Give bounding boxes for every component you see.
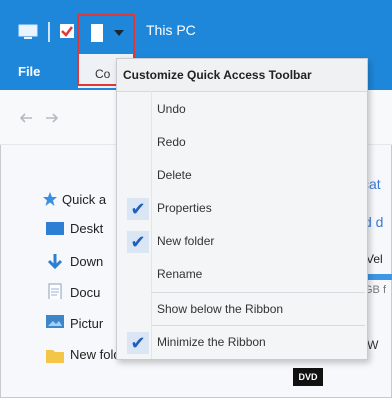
nav-item-quick-access[interactable]: Quick a	[62, 192, 106, 207]
download-icon	[47, 254, 63, 269]
menu-item-rename[interactable]: Rename	[117, 258, 367, 291]
menu-item-show-below-ribbon[interactable]: Show below the Ribbon	[117, 293, 367, 326]
menu-header: Customize Quick Access Toolbar	[117, 59, 367, 92]
menu-item-label: Show below the Ribbon	[157, 302, 284, 316]
document-icon	[48, 283, 62, 299]
menu-item-label: Undo	[157, 102, 186, 116]
menu-item-minimize-ribbon[interactable]: ✔ Minimize the Ribbon	[117, 326, 367, 359]
menu-item-new-folder[interactable]: ✔ New folder	[117, 225, 367, 258]
properties-icon[interactable]	[58, 22, 76, 40]
pictures-icon	[46, 315, 64, 328]
menu-item-redo[interactable]: Redo	[117, 126, 367, 159]
computer-icon[interactable]	[18, 24, 38, 40]
menu-item-label: Properties	[157, 201, 212, 215]
menu-item-delete[interactable]: Delete	[117, 159, 367, 192]
checkmark-icon: ✔	[127, 231, 149, 253]
nav-item-desktop[interactable]: Deskt	[70, 221, 103, 236]
menu-item-label: New folder	[157, 234, 215, 248]
menu-title: Customize Quick Access Toolbar	[123, 68, 312, 82]
back-arrow-icon[interactable]	[18, 112, 34, 124]
nav-item-downloads[interactable]: Down	[70, 254, 103, 269]
nav-item-pictures[interactable]: Pictur	[70, 316, 103, 331]
menu-item-label: Delete	[157, 168, 192, 182]
menu-item-label: Rename	[157, 267, 203, 281]
drive-usage-bar	[364, 274, 392, 280]
nav-item-documents[interactable]: Docu	[70, 285, 100, 300]
menu-item-properties[interactable]: ✔ Properties	[117, 192, 367, 225]
forward-arrow-icon[interactable]	[44, 112, 60, 124]
folder-icon	[46, 350, 64, 363]
menu-item-undo[interactable]: Undo	[117, 93, 367, 126]
separator-icon	[48, 22, 50, 42]
menu-item-label: Minimize the Ribbon	[157, 335, 266, 349]
tab-file[interactable]: File	[18, 64, 40, 79]
checkmark-icon: ✔	[127, 198, 149, 220]
window-title: This PC	[146, 22, 196, 38]
dvd-badge: DVD	[293, 368, 323, 386]
star-icon	[43, 192, 57, 206]
customize-qat-menu: Customize Quick Access Toolbar Undo Redo…	[116, 58, 368, 360]
title-bar: This PC	[0, 0, 392, 54]
menu-item-label: Redo	[157, 135, 186, 149]
checkmark-icon: ✔	[127, 332, 149, 354]
desktop-icon	[46, 222, 64, 235]
content-fragment-3: Vel	[366, 252, 383, 266]
